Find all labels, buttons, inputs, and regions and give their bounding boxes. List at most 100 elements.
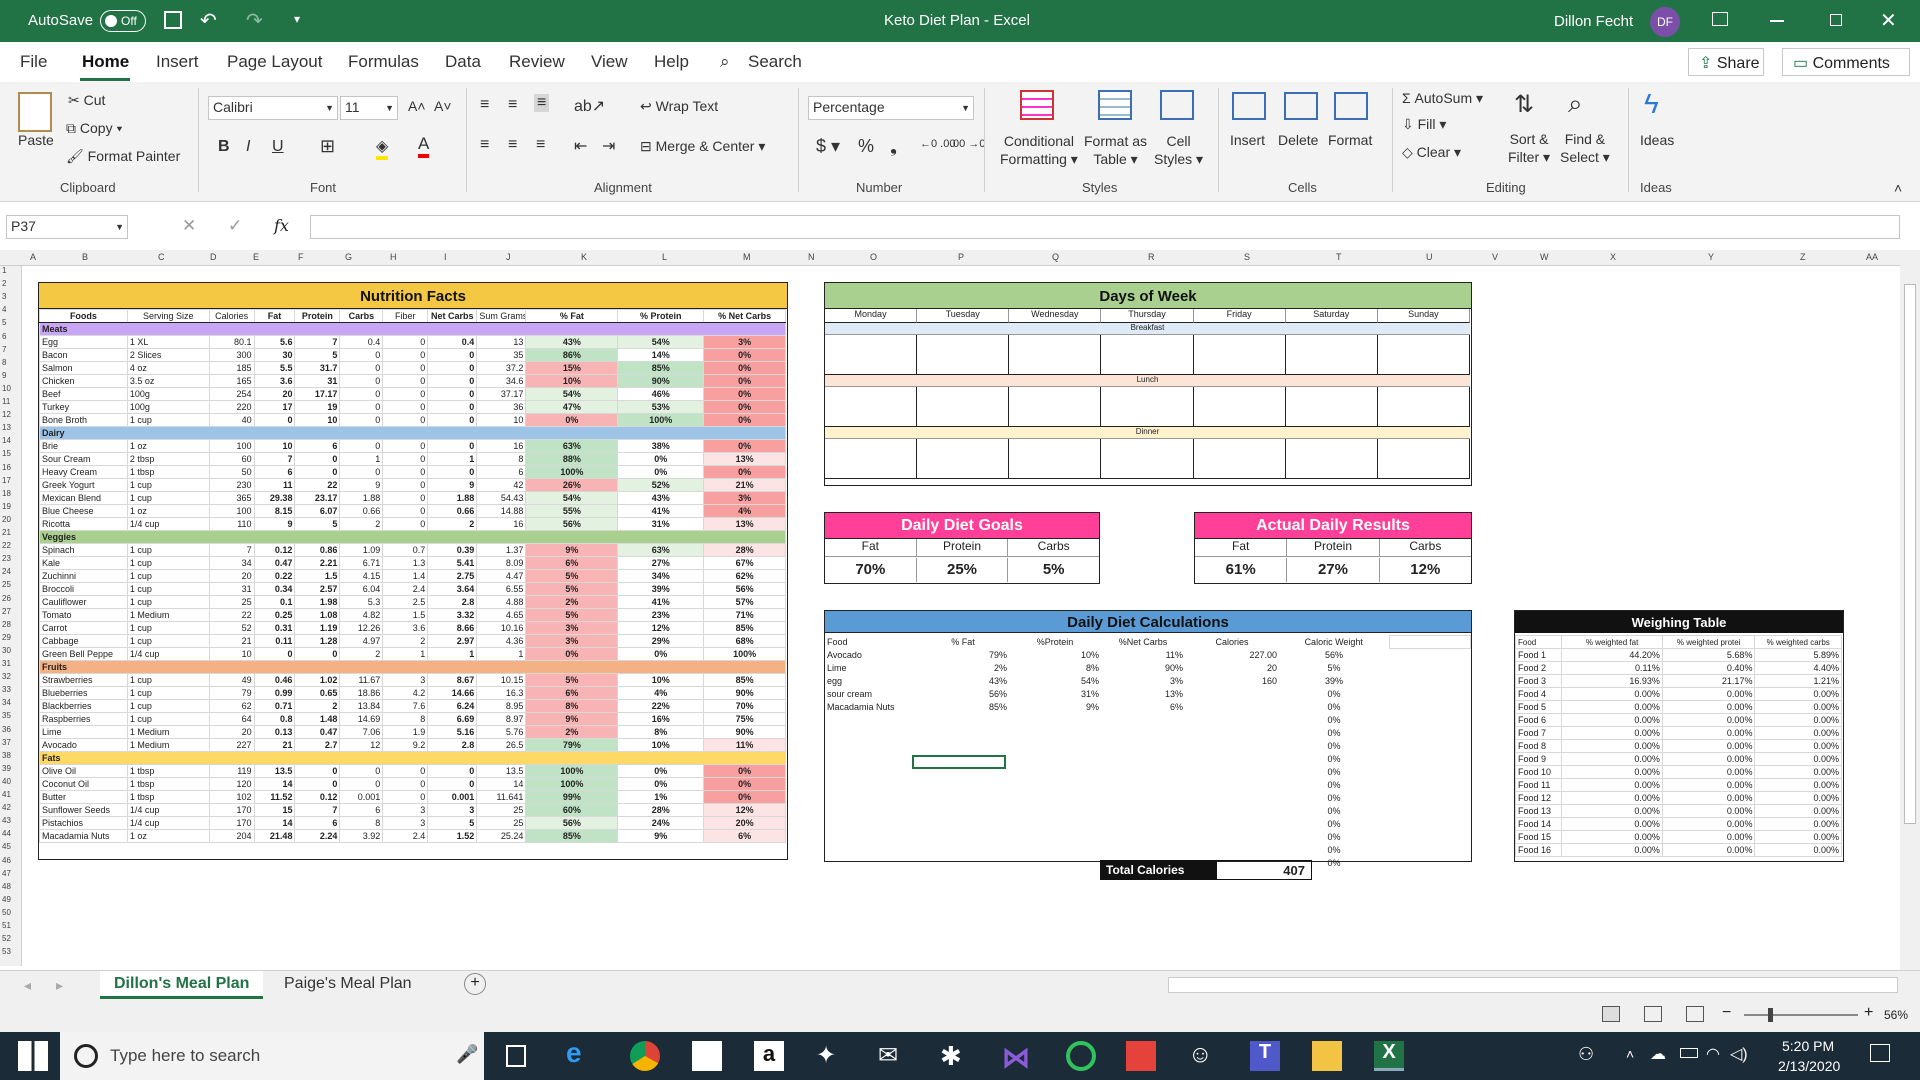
table-cell[interactable]: Strawberries xyxy=(39,673,128,687)
table-cell[interactable]: 0.00% xyxy=(1754,830,1842,844)
shrink-font-icon[interactable]: A˅ xyxy=(434,98,452,114)
table-cell[interactable]: 55% xyxy=(525,504,619,518)
wifi-icon[interactable]: ◠ xyxy=(1706,1044,1720,1064)
format-as-table-button[interactable]: Format as Table ▾ xyxy=(1084,132,1147,168)
table-cell[interactable]: 25.24 xyxy=(476,829,527,843)
table-cell[interactable]: 100g xyxy=(126,400,210,414)
table-cell[interactable]: 7.06 xyxy=(339,725,384,739)
table-cell[interactable]: 37.2 xyxy=(476,361,527,375)
column-header[interactable]: K xyxy=(581,252,587,262)
table-cell[interactable]: 0.00% xyxy=(1561,726,1663,740)
table-cell[interactable]: 1 oz xyxy=(126,439,210,453)
merge-center-button[interactable]: ⊟ Merge & Center ▾ xyxy=(640,138,765,155)
table-cell[interactable]: 4% xyxy=(617,686,705,700)
table-cell[interactable] xyxy=(1101,779,1185,792)
table-cell[interactable]: 0% xyxy=(703,764,786,778)
row-header[interactable]: 44 xyxy=(2,829,11,838)
table-cell[interactable]: 120 xyxy=(208,777,255,791)
row-header[interactable]: 49 xyxy=(2,895,11,904)
table-cell[interactable]: 5.6 xyxy=(253,335,296,349)
font-size-dropdown[interactable]: 11 ▼ xyxy=(340,96,398,120)
table-cell[interactable]: 10 xyxy=(476,413,527,427)
row-header[interactable]: 29 xyxy=(2,633,11,642)
table-cell[interactable]: 88% xyxy=(525,452,619,466)
row-header[interactable]: 31 xyxy=(2,659,11,668)
table-cell[interactable] xyxy=(917,831,1009,844)
table-cell[interactable]: Raspberries xyxy=(39,712,128,726)
onedrive-icon[interactable]: ☁ xyxy=(1650,1044,1666,1064)
actual-fat-value[interactable]: 61% xyxy=(1195,558,1288,582)
table-cell[interactable]: Turkey xyxy=(39,400,128,414)
cell-styles-button[interactable]: Cell Styles ▾ xyxy=(1154,132,1203,168)
table-cell[interactable]: 36 xyxy=(476,400,527,414)
column-heading[interactable]: % weighted carbs xyxy=(1754,635,1842,649)
table-cell[interactable]: 2% xyxy=(525,725,619,739)
percent-icon[interactable]: % xyxy=(858,136,874,157)
table-cell[interactable]: 7 xyxy=(208,543,255,557)
wrap-text-button[interactable]: ↩ Wrap Text xyxy=(640,98,718,115)
table-cell[interactable]: 38% xyxy=(617,439,705,453)
table-cell[interactable]: Carrot xyxy=(39,621,128,635)
table-cell[interactable]: 1/4 cup xyxy=(126,803,210,817)
align-center-icon[interactable]: ≡ xyxy=(508,136,517,154)
table-cell[interactable]: 1 tbsp xyxy=(126,790,210,804)
column-heading[interactable]: Protein xyxy=(294,309,341,323)
row-header[interactable]: 51 xyxy=(2,921,11,930)
table-cell[interactable]: 0% xyxy=(703,374,786,388)
mail-icon[interactable]: ✉ xyxy=(878,1041,908,1071)
table-cell[interactable]: 85% xyxy=(617,361,705,375)
table-cell[interactable]: 3.6 xyxy=(382,621,429,635)
row-header[interactable]: 10 xyxy=(2,384,11,393)
table-cell[interactable]: 53% xyxy=(617,400,705,414)
table-cell[interactable]: 0.40% xyxy=(1661,661,1756,675)
table-cell[interactable]: 6 xyxy=(253,465,296,479)
empty-cell[interactable] xyxy=(1389,727,1470,740)
table-cell[interactable]: 100% xyxy=(525,777,619,791)
table-cell[interactable]: 62% xyxy=(703,569,786,583)
table-cell[interactable] xyxy=(825,844,917,857)
table-cell[interactable]: 8 xyxy=(476,452,527,466)
table-cell[interactable]: 43% xyxy=(525,335,619,349)
table-cell[interactable] xyxy=(1185,805,1279,818)
table-cell[interactable]: 12 xyxy=(339,738,384,752)
table-cell[interactable]: 7.6 xyxy=(382,699,429,713)
table-cell[interactable]: 0.00% xyxy=(1661,700,1756,714)
column-header[interactable]: J xyxy=(506,252,511,262)
table-cell[interactable]: 25 xyxy=(476,816,527,830)
align-left-icon[interactable]: ≡ xyxy=(480,136,489,154)
file-explorer-icon[interactable] xyxy=(1312,1041,1342,1071)
table-cell[interactable]: 0.00% xyxy=(1754,817,1842,831)
tab-insert[interactable]: Insert xyxy=(156,52,199,72)
table-cell[interactable]: 11.52 xyxy=(253,790,296,804)
day-header[interactable]: Monday xyxy=(825,309,918,323)
volume-icon[interactable]: ◁) xyxy=(1730,1044,1748,1064)
table-cell[interactable]: 0 xyxy=(294,647,341,661)
table-cell[interactable]: 1.3 xyxy=(382,556,429,570)
format-painter-button[interactable]: 🖌 Format Painter xyxy=(66,148,180,165)
table-cell[interactable]: 56% xyxy=(703,582,786,596)
column-heading[interactable]: Food xyxy=(1514,635,1563,649)
row-header[interactable]: 1 xyxy=(2,266,6,275)
table-cell[interactable]: 2.8 xyxy=(427,595,478,609)
row-header[interactable]: 6 xyxy=(2,332,6,341)
table-cell[interactable]: 5.89% xyxy=(1754,648,1842,662)
table-cell[interactable]: 254 xyxy=(208,387,255,401)
table-cell[interactable]: 7 xyxy=(294,335,341,349)
table-cell[interactable] xyxy=(917,805,1009,818)
cortana-ring-icon[interactable] xyxy=(1066,1041,1096,1071)
table-cell[interactable]: 27% xyxy=(617,556,705,570)
table-cell[interactable]: 0.00% xyxy=(1561,700,1663,714)
page-break-view-icon[interactable] xyxy=(1686,1006,1704,1022)
table-cell[interactable]: 16% xyxy=(617,712,705,726)
table-cell[interactable]: 54% xyxy=(1009,675,1101,688)
meal-cell[interactable] xyxy=(917,439,1010,479)
table-cell[interactable]: 0 xyxy=(427,361,478,375)
fill-color-icon[interactable]: ◈ xyxy=(376,136,389,160)
table-cell[interactable] xyxy=(1101,805,1185,818)
table-cell[interactable]: 13.84 xyxy=(339,699,384,713)
table-cell[interactable]: 2% xyxy=(917,662,1009,675)
table-cell[interactable]: 0.66 xyxy=(339,504,384,518)
table-cell[interactable]: 0 xyxy=(382,465,429,479)
table-cell[interactable]: Bacon xyxy=(39,348,128,362)
table-cell[interactable]: 13.5 xyxy=(253,764,296,778)
